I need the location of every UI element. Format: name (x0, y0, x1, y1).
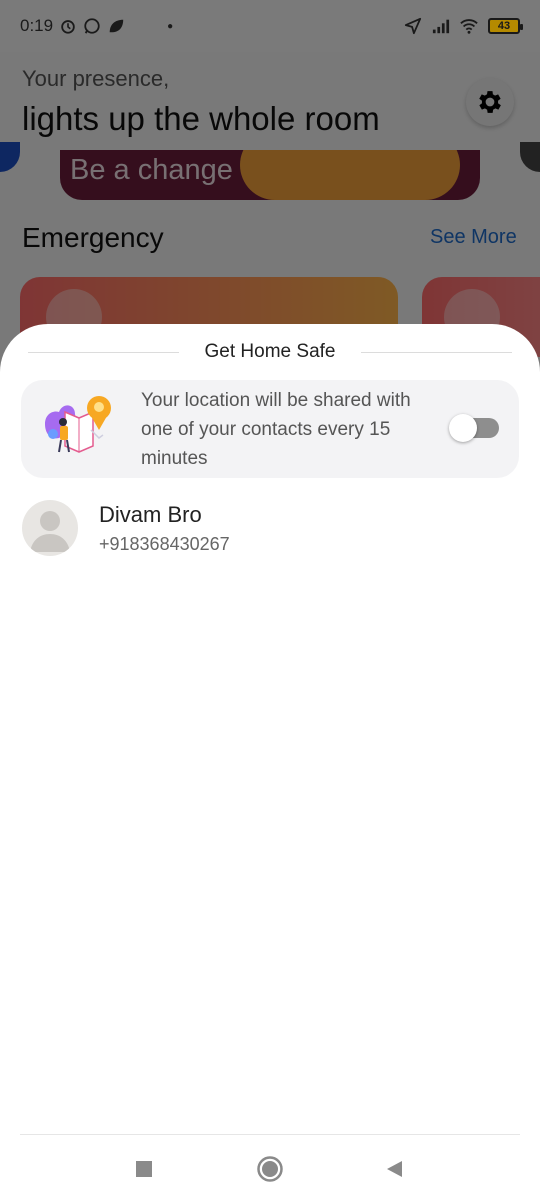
location-icon (404, 17, 422, 35)
circle-icon (257, 1156, 283, 1182)
triangle-back-icon (387, 1161, 402, 1177)
alarm-icon (61, 20, 75, 34)
square-icon (136, 1161, 152, 1177)
back-button[interactable] (379, 1154, 409, 1184)
avatar (22, 500, 78, 556)
location-share-description: Your location will be shared with one of… (141, 390, 411, 469)
system-navigation-bar (0, 1140, 540, 1200)
battery-icon: 43 (488, 18, 523, 34)
battery-level: 43 (497, 20, 511, 32)
nav-divider (20, 1134, 520, 1135)
toggle-knob (449, 414, 477, 442)
get-home-safe-sheet: Get Home Safe Your location will be shar… (0, 324, 540, 1200)
divider (361, 351, 513, 353)
notification-dot: ● (167, 20, 174, 32)
location-share-card: Your location will be shared with one of… (21, 380, 519, 478)
leaf-icon (109, 19, 124, 33)
map-location-illustration (45, 396, 111, 453)
whatsapp-icon (84, 18, 100, 34)
person-placeholder-icon (30, 511, 70, 552)
contact-list-item[interactable]: Divam Bro +918368430267 (22, 498, 520, 558)
contact-name: Divam Bro (99, 502, 202, 527)
divider (28, 351, 179, 353)
contact-phone: +918368430267 (99, 534, 230, 554)
sheet-title: Get Home Safe (204, 341, 336, 362)
wifi-icon (460, 19, 478, 34)
sheet-header: Get Home Safe (28, 340, 513, 364)
recents-button[interactable] (129, 1154, 159, 1184)
status-time: 0:19 (20, 16, 54, 35)
status-bar: 0:19 ● 43 (0, 0, 540, 52)
location-share-toggle[interactable] (449, 414, 499, 442)
home-button[interactable] (255, 1154, 285, 1184)
signal-icon (432, 19, 450, 34)
